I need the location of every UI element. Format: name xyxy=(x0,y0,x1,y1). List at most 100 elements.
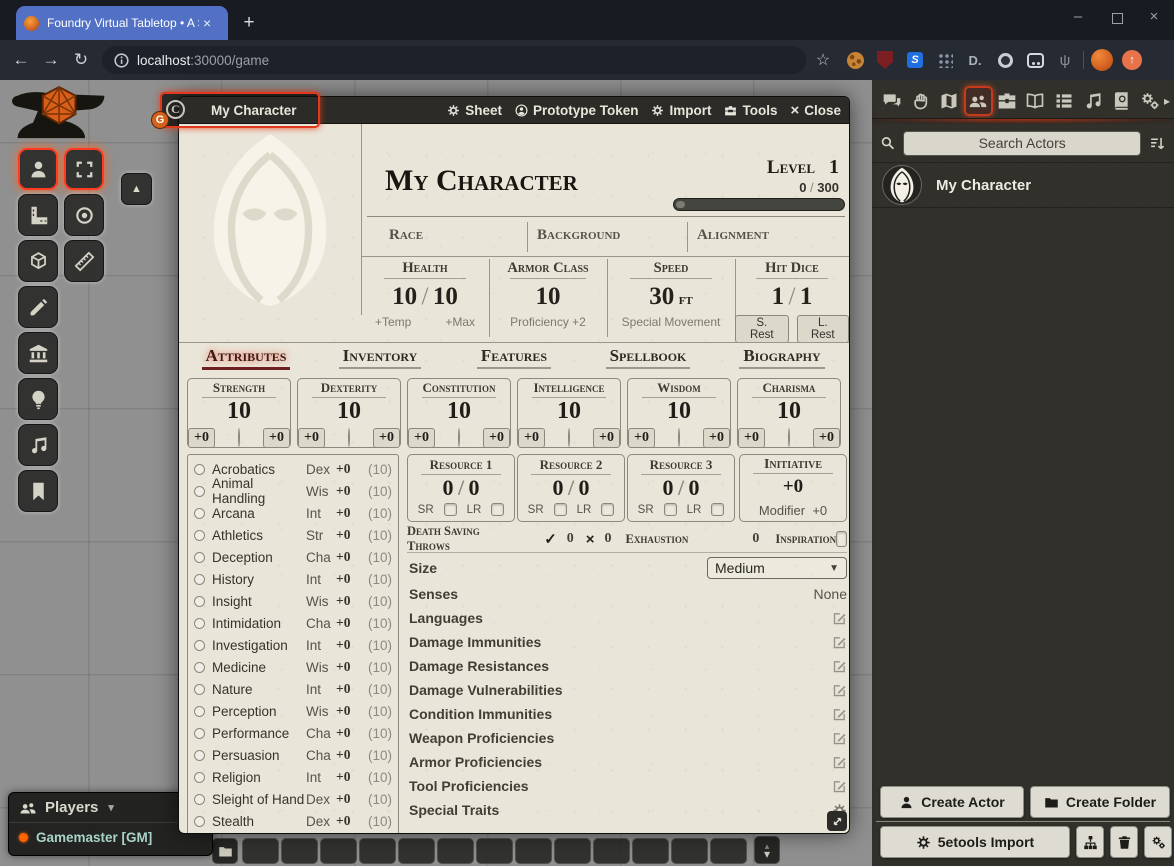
d-extension-icon[interactable]: D. xyxy=(960,45,990,75)
sheet-config-button[interactable]: Sheet xyxy=(447,103,502,118)
skill-row[interactable]: Intimidation Cha +0 (10) xyxy=(188,612,398,634)
skill-proficiency-toggle[interactable] xyxy=(194,574,205,585)
ability-save[interactable]: +0 xyxy=(483,428,510,448)
skill-proficiency-toggle[interactable] xyxy=(194,552,205,563)
hd-current[interactable]: 1 xyxy=(772,283,785,310)
ability-label[interactable]: Strength xyxy=(213,380,265,396)
skill-row[interactable]: Athletics Str +0 (10) xyxy=(188,524,398,546)
skill-name[interactable]: Deception xyxy=(212,550,306,565)
ability-mod[interactable]: +0 xyxy=(408,428,435,448)
skill-name[interactable]: Stealth xyxy=(212,814,306,829)
ability-label[interactable]: Dexterity xyxy=(321,380,377,396)
resource-value[interactable]: 0 xyxy=(552,475,563,500)
inspiration-checkbox[interactable] xyxy=(836,531,847,547)
senses-value[interactable]: None xyxy=(814,586,847,602)
skill-proficiency-toggle[interactable] xyxy=(194,662,205,673)
ability-mod[interactable]: +0 xyxy=(188,428,215,448)
ability-score[interactable]: 10 xyxy=(188,398,290,424)
skill-row[interactable]: Medicine Wis +0 (10) xyxy=(188,656,398,678)
temp-hp-field[interactable]: +Temp xyxy=(375,315,411,329)
actor-name[interactable]: My Character xyxy=(936,177,1031,194)
skill-name[interactable]: Investigation xyxy=(212,638,306,653)
ability-score[interactable]: 10 xyxy=(518,398,620,424)
macro-slot[interactable] xyxy=(515,838,552,864)
tab-scenes[interactable] xyxy=(935,86,964,116)
copyright-icon[interactable]: C xyxy=(166,100,185,119)
tab-inventory[interactable]: Inventory xyxy=(313,346,447,376)
browser-tab[interactable]: Foundry Virtual Tabletop • A Stan × xyxy=(16,6,228,40)
settings-button[interactable] xyxy=(1144,826,1172,858)
skill-name[interactable]: Insight xyxy=(212,594,306,609)
edit-icon[interactable] xyxy=(832,707,847,722)
window-close-button[interactable]: × xyxy=(1139,8,1169,25)
measure-controls-button[interactable] xyxy=(18,194,58,236)
skill-row[interactable]: Investigation Int +0 (10) xyxy=(188,634,398,656)
lighting-controls-button[interactable] xyxy=(18,378,58,420)
back-button[interactable]: ← xyxy=(6,50,36,70)
stylus-extension-icon[interactable]: S xyxy=(900,45,930,75)
ability-label[interactable]: Charisma xyxy=(763,380,816,396)
tab-biography[interactable]: Biography xyxy=(715,346,849,376)
skill-proficiency-toggle[interactable] xyxy=(194,640,205,651)
tab-actors[interactable] xyxy=(964,86,993,116)
resource-max[interactable]: 0 xyxy=(689,475,700,500)
profile-avatar[interactable] xyxy=(1087,45,1117,75)
initiative-value[interactable]: +0 xyxy=(740,475,846,499)
short-rest-button[interactable]: S. Rest xyxy=(735,315,789,343)
hotbar-page-down-icon[interactable]: ▾ xyxy=(764,850,770,858)
level-value[interactable]: 1 xyxy=(829,156,839,178)
resource-label[interactable]: Resource 3 xyxy=(650,457,713,473)
ability-label[interactable]: Intelligence xyxy=(533,380,604,396)
ruler-tool-button[interactable] xyxy=(64,240,104,282)
save-proficiency-toggle[interactable] xyxy=(678,428,680,447)
macro-slot[interactable] xyxy=(242,838,279,864)
tab-items[interactable] xyxy=(993,86,1022,116)
bookmark-star-icon[interactable]: ☆ xyxy=(806,50,840,70)
prototype-token-button[interactable]: Prototype Token xyxy=(515,103,639,118)
import-button[interactable]: Import xyxy=(651,103,711,118)
xp-display[interactable]: 0 / 300 xyxy=(799,180,839,195)
long-rest-button[interactable]: L. Rest xyxy=(797,315,849,343)
container-extension-icon[interactable] xyxy=(1020,45,1050,75)
skill-row[interactable]: Arcana Int +0 (10) xyxy=(188,502,398,524)
skill-row[interactable]: Stealth Dex +0 (10) xyxy=(188,810,398,832)
forward-button[interactable]: → xyxy=(36,50,66,70)
save-proficiency-toggle[interactable] xyxy=(788,428,790,447)
ability-label[interactable]: Constitution xyxy=(423,380,496,396)
skill-proficiency-toggle[interactable] xyxy=(194,684,205,695)
speed-value[interactable]: 30 xyxy=(649,283,674,310)
skill-proficiency-toggle[interactable] xyxy=(194,618,205,629)
skill-row[interactable]: Performance Cha +0 (10) xyxy=(188,722,398,744)
tab-settings[interactable] xyxy=(1135,86,1164,116)
skill-name[interactable]: Athletics xyxy=(212,528,306,543)
macro-folder-button[interactable] xyxy=(212,838,238,864)
fork-extension-icon[interactable]: ψ xyxy=(1050,45,1080,75)
url-text[interactable]: localhost:30000/game xyxy=(137,53,269,68)
hp-max[interactable]: 10 xyxy=(433,283,458,310)
create-actor-button[interactable]: Create Actor xyxy=(880,786,1024,818)
edit-icon[interactable] xyxy=(832,659,847,674)
sound-controls-button[interactable] xyxy=(18,424,58,466)
controls-collapse-button[interactable]: ▲ xyxy=(121,173,152,205)
skill-row[interactable]: Persuasion Cha +0 (10) xyxy=(188,744,398,766)
window-resize-handle[interactable] xyxy=(827,811,847,831)
skill-row[interactable]: Sleight of Hand Dex +0 (10) xyxy=(188,788,398,810)
skill-proficiency-toggle[interactable] xyxy=(194,772,205,783)
tab-attributes[interactable]: Attributes xyxy=(179,346,313,376)
reload-button[interactable]: ↻ xyxy=(66,50,96,70)
tab-tables[interactable] xyxy=(1050,86,1079,116)
window-maximize-button[interactable] xyxy=(1112,13,1123,24)
ublock-extension-icon[interactable] xyxy=(870,45,900,75)
hotbar-page-control[interactable]: ▴ ▾ xyxy=(754,836,780,864)
alignment-field[interactable]: Alignment xyxy=(697,227,769,244)
window-titlebar[interactable]: My Character Sheet Prototype Token Impor… xyxy=(179,97,849,124)
tab-chat[interactable] xyxy=(878,86,907,116)
ability-score[interactable]: 10 xyxy=(628,398,730,424)
skill-row[interactable]: History Int +0 (10) xyxy=(188,568,398,590)
delete-button[interactable] xyxy=(1110,826,1138,858)
skill-row[interactable]: Perception Wis +0 (10) xyxy=(188,700,398,722)
initiative-mod-value[interactable]: +0 xyxy=(812,503,827,518)
skill-proficiency-toggle[interactable] xyxy=(194,508,205,519)
ac-value[interactable]: 10 xyxy=(489,283,607,311)
sr-checkbox[interactable] xyxy=(664,503,677,516)
